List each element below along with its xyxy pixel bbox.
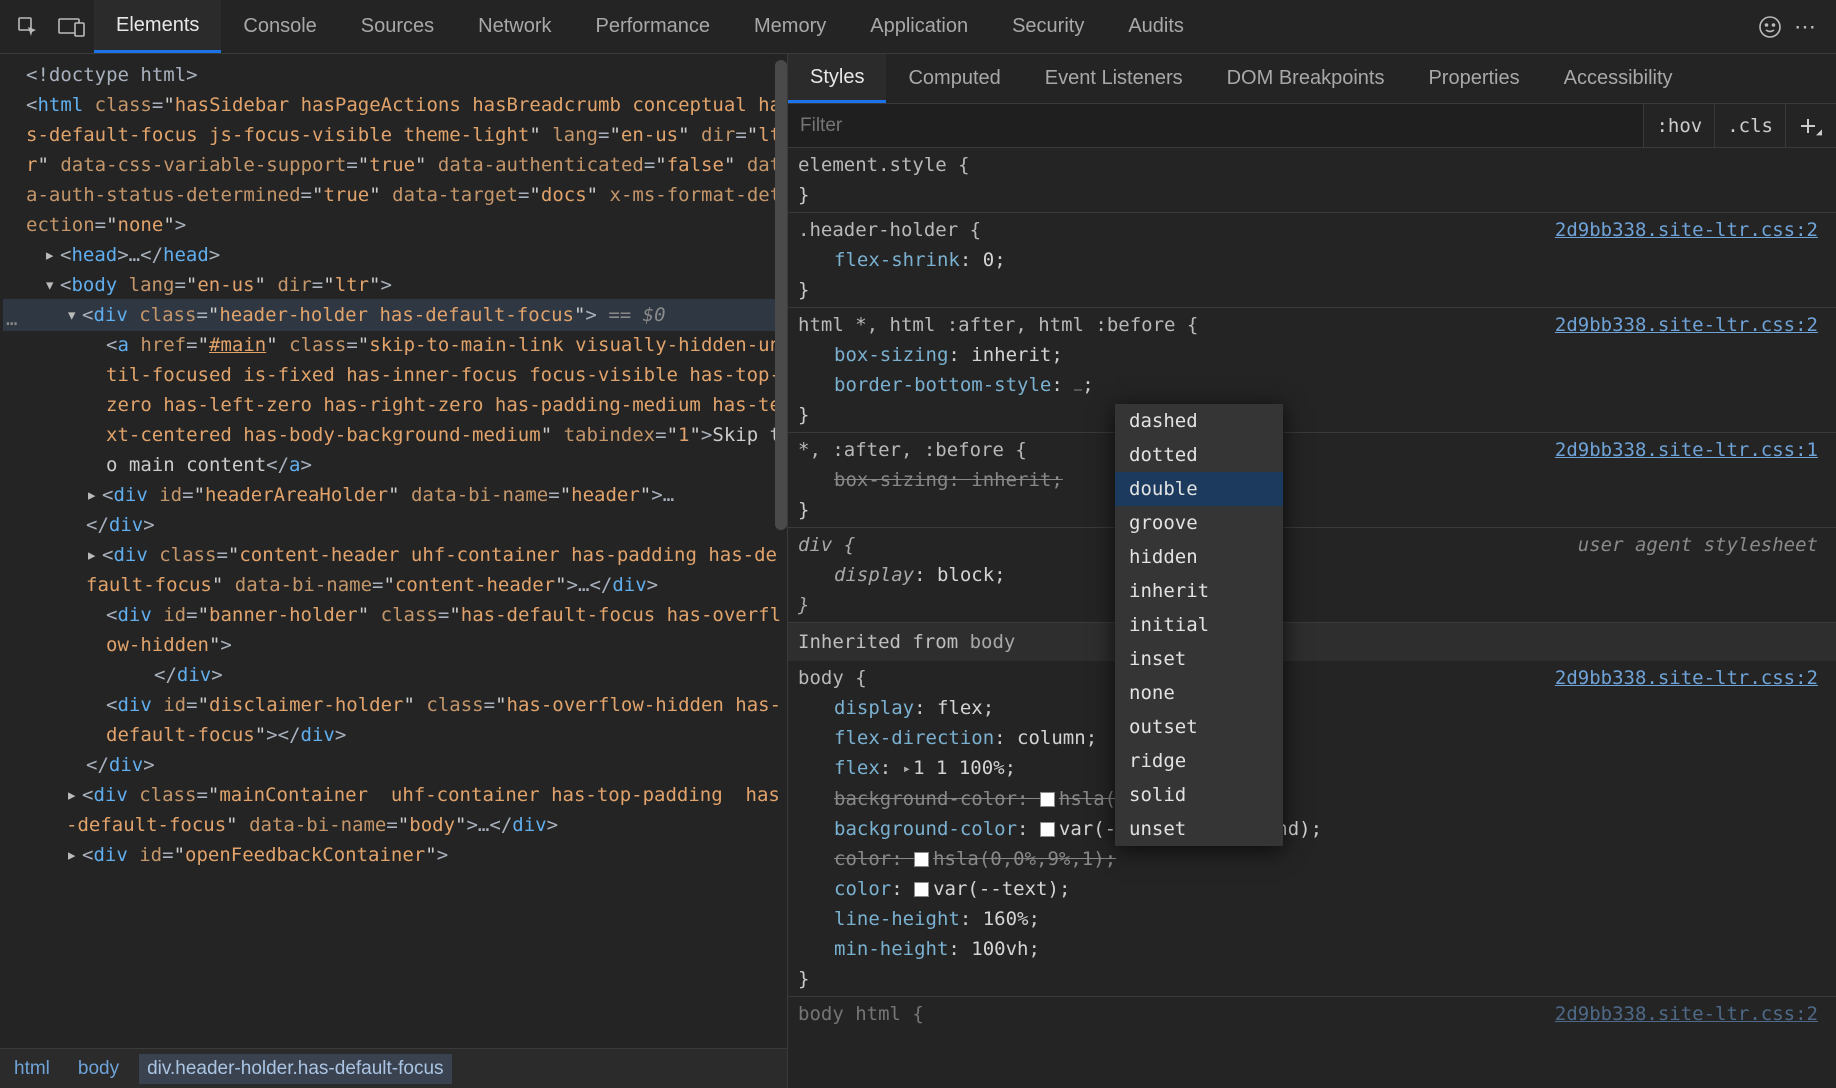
source-link[interactable]: 2d9bb338.site-ltr.css:2 <box>1555 310 1818 340</box>
more-menu-icon[interactable]: ⋯ <box>1794 14 1818 40</box>
autocomplete-item[interactable]: double <box>1115 472 1283 506</box>
breadcrumb-item[interactable]: body <box>70 1054 127 1084</box>
inspect-element-icon[interactable] <box>6 0 50 54</box>
css-value-autocomplete[interactable]: dasheddotteddoublegroovehiddeninheritini… <box>1115 404 1283 846</box>
autocomplete-item[interactable]: unset <box>1115 812 1283 846</box>
tab-audits[interactable]: Audits <box>1106 0 1206 53</box>
toggle-hov-button[interactable]: :hov <box>1643 104 1714 147</box>
sidebar-tabs: StylesComputedEvent ListenersDOM Breakpo… <box>788 54 1836 104</box>
sidebar-tab-properties[interactable]: Properties <box>1406 54 1541 103</box>
tab-elements[interactable]: Elements <box>94 0 221 53</box>
styles-panel[interactable]: element.style {}2d9bb338.site-ltr.css:2.… <box>788 148 1836 1088</box>
tab-application[interactable]: Application <box>848 0 990 53</box>
sidebar-tab-styles[interactable]: Styles <box>788 54 886 103</box>
styles-sidebar: StylesComputedEvent ListenersDOM Breakpo… <box>788 54 1836 1088</box>
autocomplete-item[interactable]: groove <box>1115 506 1283 540</box>
autocomplete-item[interactable]: ridge <box>1115 744 1283 778</box>
devtools-toolbar: ElementsConsoleSourcesNetworkPerformance… <box>0 0 1836 54</box>
autocomplete-item[interactable]: dotted <box>1115 438 1283 472</box>
sidebar-tab-accessibility[interactable]: Accessibility <box>1542 54 1695 103</box>
feedback-smiley-icon[interactable] <box>1758 15 1782 39</box>
sidebar-tab-dom-breakpoints[interactable]: DOM Breakpoints <box>1205 54 1407 103</box>
toggle-cls-button[interactable]: .cls <box>1714 104 1785 147</box>
tab-memory[interactable]: Memory <box>732 0 848 53</box>
tab-network[interactable]: Network <box>456 0 573 53</box>
source-link[interactable]: 2d9bb338.site-ltr.css:2 <box>1555 215 1818 245</box>
scrollbar-thumb[interactable] <box>775 60 787 530</box>
sidebar-tab-computed[interactable]: Computed <box>886 54 1022 103</box>
sidebar-tab-event-listeners[interactable]: Event Listeners <box>1023 54 1205 103</box>
autocomplete-item[interactable]: initial <box>1115 608 1283 642</box>
tab-console[interactable]: Console <box>221 0 338 53</box>
breadcrumb-item[interactable]: div.header-holder.has-default-focus <box>139 1054 451 1084</box>
tab-sources[interactable]: Sources <box>339 0 456 53</box>
breadcrumb-item[interactable]: html <box>6 1054 58 1084</box>
autocomplete-item[interactable]: inset <box>1115 642 1283 676</box>
source-link[interactable]: 2d9bb338.site-ltr.css:1 <box>1555 435 1818 465</box>
autocomplete-item[interactable]: inherit <box>1115 574 1283 608</box>
autocomplete-item[interactable]: solid <box>1115 778 1283 812</box>
dom-tree[interactable]: …<!doctype html><html class="hasSidebar … <box>0 54 787 1048</box>
tab-security[interactable]: Security <box>990 0 1106 53</box>
main-tabs: ElementsConsoleSourcesNetworkPerformance… <box>94 0 1746 53</box>
filter-bar: :hov .cls ◢ <box>788 104 1836 148</box>
autocomplete-item[interactable]: outset <box>1115 710 1283 744</box>
tab-performance[interactable]: Performance <box>574 0 733 53</box>
source-link[interactable]: 2d9bb338.site-ltr.css:2 <box>1555 663 1818 693</box>
filter-input[interactable] <box>788 104 1643 147</box>
elements-panel: …<!doctype html><html class="hasSidebar … <box>0 54 788 1088</box>
breadcrumb: html body div.header-holder.has-default-fo… <box>0 1048 787 1088</box>
device-toolbar-icon[interactable] <box>50 0 94 54</box>
source-link[interactable]: 2d9bb338.site-ltr.css:2 <box>1555 999 1818 1029</box>
autocomplete-item[interactable]: dashed <box>1115 404 1283 438</box>
autocomplete-item[interactable]: hidden <box>1115 540 1283 574</box>
autocomplete-item[interactable]: none <box>1115 676 1283 710</box>
new-style-rule-button[interactable]: ◢ <box>1785 104 1836 147</box>
